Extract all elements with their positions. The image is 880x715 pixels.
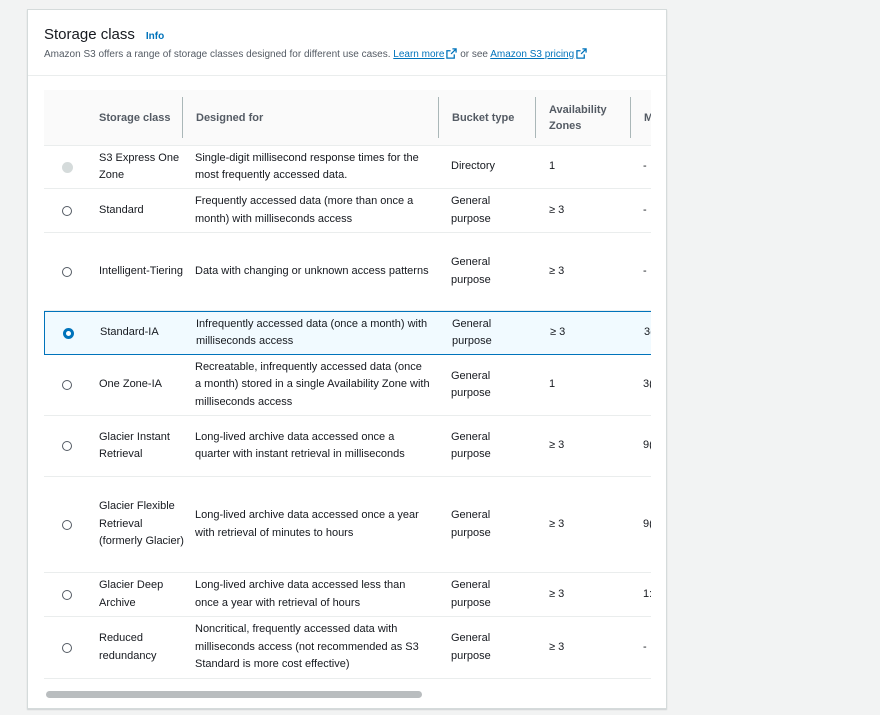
radio-cell[interactable] <box>44 477 86 572</box>
bucket-type: General purpose <box>451 509 491 539</box>
availability-zones: ≥ 3 <box>549 587 565 600</box>
radio-button[interactable] <box>62 441 72 451</box>
pricing-link[interactable]: Amazon S3 pricing <box>490 49 574 60</box>
designed-for: Data with changing or unknown access pat… <box>195 264 429 277</box>
availability-zones: ≥ 3 <box>549 439 565 452</box>
description-text: Amazon S3 offers a range of storage clas… <box>44 49 391 60</box>
panel-header: Storage class Info Amazon S3 offers a ra… <box>28 10 666 76</box>
learn-more-label: Learn more <box>393 49 445 60</box>
header-designed-for[interactable]: Designed for <box>183 90 438 146</box>
min-duration: - <box>643 203 647 216</box>
bucket-type: General purpose <box>451 579 491 609</box>
title-row: Storage class Info <box>44 26 666 43</box>
header-storage-class[interactable]: Storage class <box>86 90 182 146</box>
table-row[interactable]: Glacier Instant Retrieval Long-lived arc… <box>44 416 651 477</box>
storage-class-name: Reduced redundancy <box>99 632 157 662</box>
min-duration: 9( <box>643 517 651 530</box>
radio-button[interactable] <box>62 266 72 277</box>
header-min-duration[interactable]: M d <box>631 90 651 146</box>
radio-cell[interactable] <box>45 312 87 354</box>
bucket-type: General purpose <box>451 430 491 461</box>
designed-for: Recreatable, infrequently accessed data … <box>195 360 430 408</box>
radio-cell <box>44 146 86 188</box>
bucket-type: General purpose <box>451 369 491 400</box>
external-link-icon <box>446 48 458 59</box>
availability-zones: ≥ 3 <box>550 326 566 339</box>
table-row[interactable]: Glacier Flexible Retrieval (formerly Gla… <box>44 477 651 573</box>
availability-zones: ≥ 3 <box>549 640 565 653</box>
scrollbar-thumb[interactable] <box>46 691 422 698</box>
designed-for: Frequently accessed data (more than once… <box>195 195 414 225</box>
min-duration: 3( <box>644 326 651 339</box>
bucket-type: General purpose <box>452 317 492 348</box>
designed-for: Long-lived archive data accessed once a … <box>195 430 405 461</box>
table-row[interactable]: S3 Express One Zone Single-digit millise… <box>44 146 651 189</box>
bucket-type: General purpose <box>451 256 491 286</box>
table-row[interactable]: Reduced redundancy Noncritical, frequent… <box>44 617 651 679</box>
designed-for: Long-lived archive data accessed once a … <box>195 509 419 539</box>
table-row[interactable]: One Zone-IA Recreatable, infrequently ac… <box>44 355 651 416</box>
radio-cell[interactable] <box>44 573 86 616</box>
designed-for: Infrequently accessed data (once a month… <box>196 317 428 348</box>
radio-button[interactable] <box>62 519 72 530</box>
learn-more-link[interactable]: Learn more <box>393 49 444 60</box>
or-see-text: or see <box>460 49 488 60</box>
min-duration: - <box>643 264 647 277</box>
radio-button <box>61 161 73 173</box>
storage-class-panel: Storage class Info Amazon S3 offers a ra… <box>27 9 667 709</box>
radio-cell[interactable] <box>44 189 86 232</box>
storage-class-name: Glacier Flexible Retrieval (formerly Gla… <box>99 500 184 548</box>
bucket-type: General purpose <box>451 632 491 662</box>
panel-title: Storage class <box>44 26 135 43</box>
availability-zones: ≥ 3 <box>549 264 565 277</box>
min-duration: - <box>643 160 647 173</box>
radio-button[interactable] <box>62 642 72 653</box>
designed-for: Single-digit millisecond response times … <box>195 151 419 182</box>
min-duration: 1: <box>643 587 651 600</box>
table-row[interactable]: Glacier Deep Archive Long-lived archive … <box>44 573 651 617</box>
pricing-label: Amazon S3 pricing <box>490 49 575 60</box>
availability-zones: ≥ 3 <box>549 517 565 530</box>
designed-for: Long-lived archive data accessed less th… <box>195 579 406 609</box>
radio-button[interactable] <box>62 380 72 390</box>
radio-cell[interactable] <box>44 416 86 476</box>
min-duration: 3( <box>643 378 651 391</box>
storage-class-name: Intelligent-Tiering <box>99 264 183 277</box>
header-availability-zones[interactable]: Availability Zones <box>536 90 630 146</box>
table-row[interactable]: Standard Frequently accessed data (more … <box>44 189 651 233</box>
horizontal-scrollbar[interactable] <box>44 688 651 700</box>
storage-class-table: Storage class Designed for Bucket type A… <box>44 90 651 700</box>
header-bucket-type[interactable]: Bucket type <box>439 90 535 146</box>
radio-cell[interactable] <box>44 233 86 310</box>
storage-class-name: Standard <box>99 203 144 216</box>
external-link-icon <box>576 48 587 59</box>
availability-zones: 1 <box>549 160 556 173</box>
radio-button[interactable] <box>62 205 72 216</box>
radio-button[interactable] <box>62 589 72 600</box>
availability-zones: 1 <box>549 378 556 391</box>
storage-class-name: Glacier Deep Archive <box>99 579 164 609</box>
availability-zones: ≥ 3 <box>549 203 565 216</box>
storage-class-name: Glacier Instant Retrieval <box>99 430 170 461</box>
table-row[interactable]: Intelligent-Tiering Data with changing o… <box>44 233 651 311</box>
info-link[interactable]: Info <box>146 31 164 42</box>
radio-button-checked[interactable] <box>62 327 74 339</box>
designed-for: Noncritical, frequently accessed data wi… <box>195 623 419 671</box>
storage-class-name: S3 Express One Zone <box>99 151 180 182</box>
bucket-type: General purpose <box>451 195 491 225</box>
radio-cell[interactable] <box>44 355 86 415</box>
panel-description: Amazon S3 offers a range of storage clas… <box>44 48 666 60</box>
table-row-selected[interactable]: Standard-IA Infrequently accessed data (… <box>44 311 651 355</box>
storage-class-name: One Zone-IA <box>99 378 162 391</box>
bucket-type: Directory <box>451 160 496 173</box>
storage-class-name: Standard-IA <box>100 326 159 339</box>
table-header: Storage class Designed for Bucket type A… <box>44 90 651 146</box>
min-duration: 9( <box>643 439 651 452</box>
min-duration: - <box>643 640 647 653</box>
radio-cell[interactable] <box>44 617 86 678</box>
